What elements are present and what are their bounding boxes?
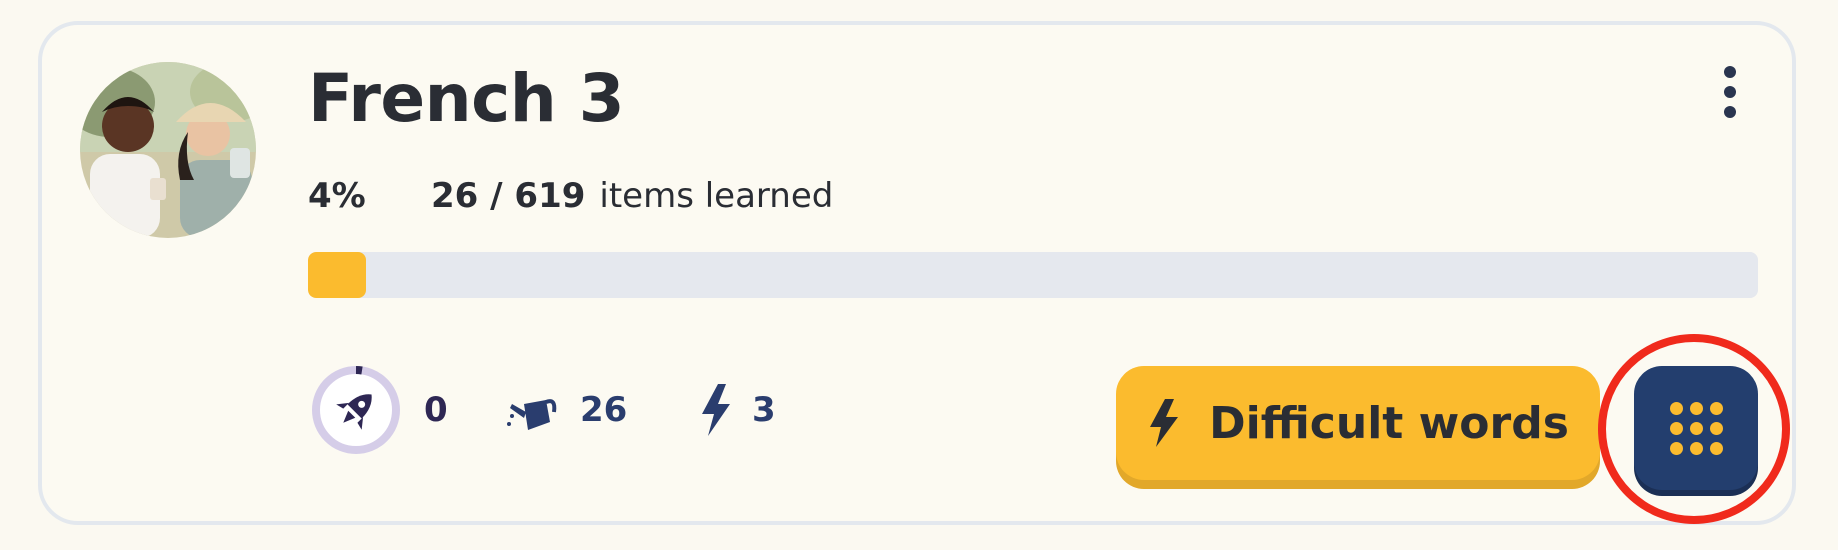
more-modes-button[interactable] xyxy=(1634,366,1758,490)
lightning-icon xyxy=(696,382,736,438)
difficult-words-label: Difficult words xyxy=(1209,397,1569,449)
kebab-menu-icon-dot xyxy=(1724,86,1736,98)
course-title: French 3 xyxy=(308,60,625,137)
items-learned-count: 26 / 619 xyxy=(431,176,586,216)
options-menu-button[interactable] xyxy=(1710,62,1750,122)
grid-dots-icon xyxy=(1669,401,1723,455)
speed-review-stat[interactable]: 3 xyxy=(696,362,776,458)
speed-review-count: 3 xyxy=(752,390,776,430)
progress-bar xyxy=(308,252,1758,298)
course-image xyxy=(80,62,256,238)
learn-new-words-stat[interactable]: 0 xyxy=(308,362,448,458)
difficult-words-button[interactable]: Difficult words xyxy=(1116,366,1600,480)
progress-bar-fill xyxy=(308,252,366,298)
learn-count: 0 xyxy=(424,390,448,430)
lightning-icon xyxy=(1147,398,1181,448)
review-stat[interactable]: 26 xyxy=(506,362,627,458)
rocket-icon xyxy=(308,362,404,458)
kebab-menu-icon xyxy=(1724,66,1736,78)
progress-percent: 4% xyxy=(308,176,366,216)
progress-summary: 4% 26 / 619 items learned xyxy=(308,176,833,216)
kebab-menu-icon-dot xyxy=(1724,106,1736,118)
review-count: 26 xyxy=(580,390,628,430)
watering-can-icon xyxy=(506,382,562,438)
items-learned-label: items learned xyxy=(599,176,834,216)
